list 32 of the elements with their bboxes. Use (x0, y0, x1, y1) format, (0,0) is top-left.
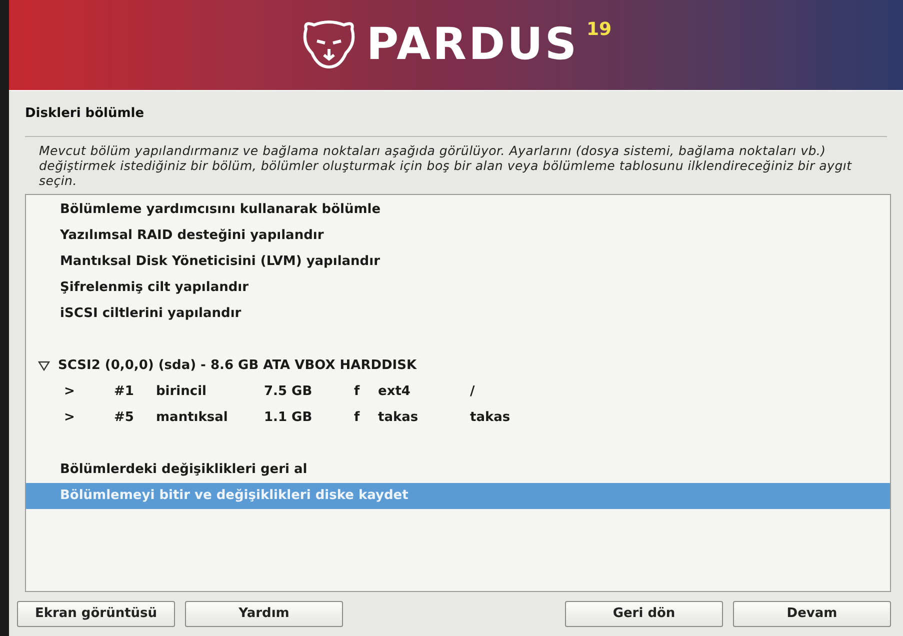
list-item[interactable]: Mantıksal Disk Yöneticisini (LVM) yapılandır (26, 249, 890, 275)
dialog-button[interactable]: Ekran görüntüsü (17, 601, 175, 627)
dialog-button[interactable]: Devam (733, 601, 891, 627)
logo-text: PARDUS (366, 19, 579, 71)
partition-number: #1 (114, 383, 135, 402)
list-item[interactable]: Bölümleme yardımcısını kullanarak bölümle (26, 197, 890, 223)
partition-row[interactable]: > #5 mantıksal 1.1 GB f takas takas (26, 405, 890, 431)
partition-size: 7.5 GB (264, 383, 314, 402)
partition-size: 1.1 GB (264, 409, 314, 428)
dialog-button[interactable]: Geri dön (565, 601, 723, 627)
page-title: Diskleri bölümle (25, 105, 146, 123)
expand-marker: > (64, 409, 76, 428)
format-mark-text: f (354, 383, 361, 402)
partition-type: birincil (156, 383, 208, 402)
list-item[interactable]: Şifrelenmiş cilt yapılandır (26, 275, 890, 301)
dialog-button[interactable]: Yardım (185, 601, 343, 627)
format-mark-text: f (354, 409, 361, 428)
partition-filesystem: ext4 (378, 383, 412, 402)
expander-triangle-icon[interactable] (38, 361, 50, 371)
expand-marker: > (64, 383, 76, 402)
partition-mount: / (470, 383, 475, 402)
description-text: Mevcut bölüm yapılandırmanız ve bağlama noktaları aşağıda görülüyor. Ayarlarını (dosya sistemi, bağlama noktaları vb.) değiştirmek istediğiniz bir bölüm, bölümler oluşturmak için boş bir alan veya bölümleme tablosunu ilklendireceğiniz bir aygıt seçin. (39, 143, 853, 188)
partition-row[interactable]: > #1 birincil 7.5 GB f ext4 / (26, 379, 890, 405)
list-item[interactable]: iSCSI ciltlerini yapılandır (26, 301, 890, 327)
partition-mount: takas (470, 409, 510, 428)
partition-number: #5 (114, 409, 135, 428)
partition-filesystem: takas (378, 409, 420, 428)
partition-type: mantıksal (156, 409, 229, 428)
list-item[interactable]: Yazılımsal RAID desteğini yapılandır (26, 223, 890, 249)
version-text: 19 (586, 19, 612, 41)
disk-label[interactable]: SCSI2 (0,0,0) (sda) - 8.6 GB ATA VBOX HARDDISK (58, 356, 417, 376)
list-item[interactable]: Bölümlerdeki değişiklikleri geri al (26, 457, 890, 483)
